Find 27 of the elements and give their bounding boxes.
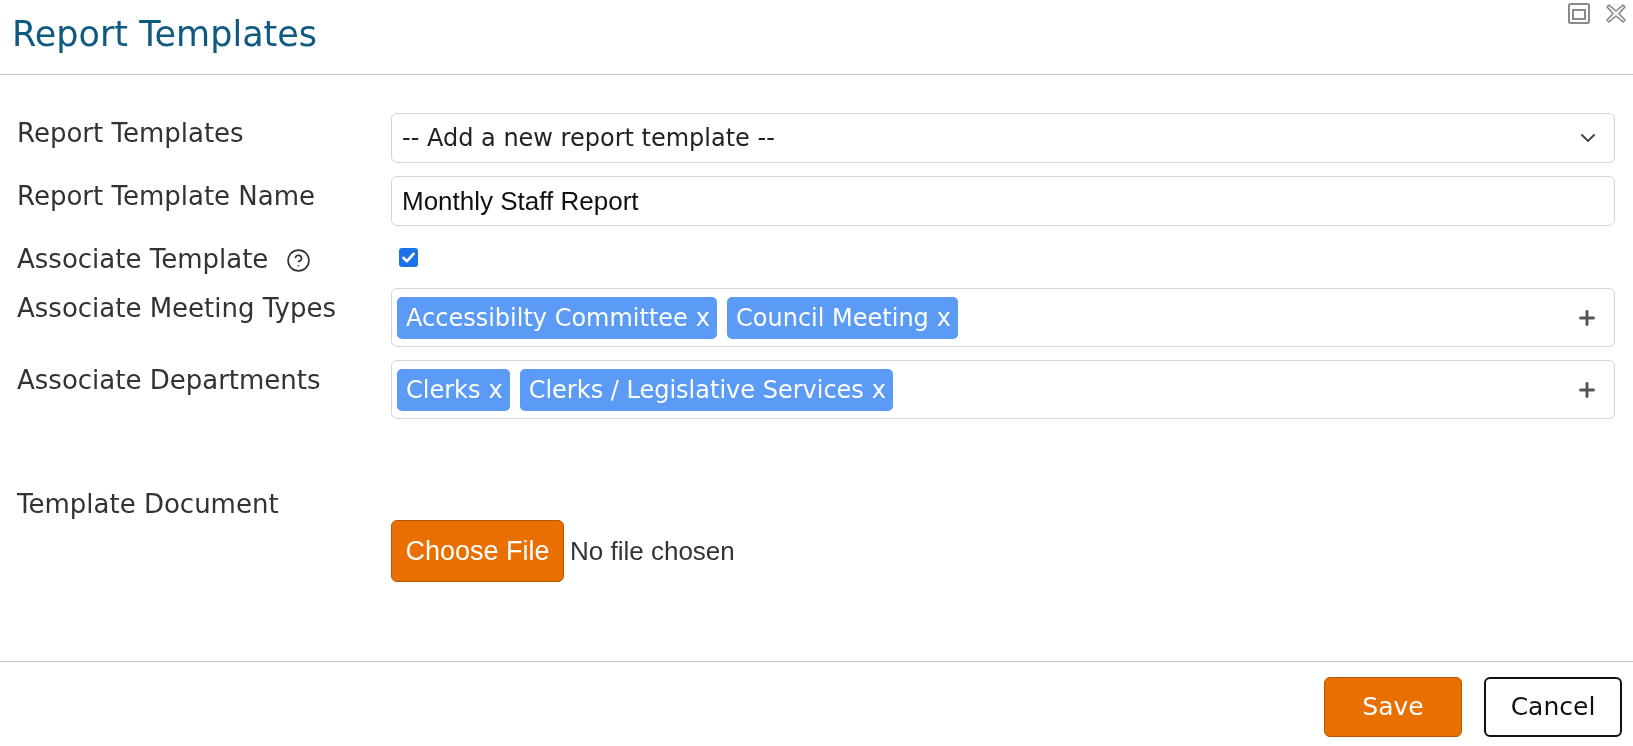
tag-input[interactable]: Clerks x Clerks / Legislative Services x: [391, 360, 1615, 419]
field-label: Associate Meeting Types: [17, 293, 337, 323]
save-button[interactable]: Save: [1324, 677, 1462, 737]
tag-remove-button[interactable]: x: [488, 377, 503, 402]
field-label: Template Document: [17, 489, 279, 519]
field-label: Report Template Name: [17, 181, 316, 211]
tag-label: Accessibilty Committee: [406, 302, 688, 334]
tag-remove-button[interactable]: x: [936, 305, 952, 330]
tag-label: Clerks / Legislative Services: [528, 374, 864, 406]
tag-input[interactable]: Accessibilty Committee x Council Meeting x: [391, 288, 1615, 347]
template-select[interactable]: -- Add a new report template --: [391, 113, 1615, 163]
tag-remove-button[interactable]: x: [695, 305, 711, 330]
dialog-title: Report Templates: [11, 13, 318, 56]
cancel-button[interactable]: Cancel: [1484, 677, 1622, 737]
field-label: Associate Template: [17, 244, 269, 274]
help-icon[interactable]: [286, 248, 312, 273]
tag-label: Clerks: [406, 374, 481, 406]
field-label: Associate Departments: [17, 365, 321, 395]
checkbox[interactable]: [399, 247, 418, 267]
tag-label: Council Meeting: [736, 302, 929, 334]
tag-remove-button[interactable]: x: [871, 377, 887, 402]
close-icon[interactable]: [1606, 4, 1626, 23]
field-label: Report Templates: [17, 118, 244, 148]
restore-window-icon[interactable]: [1568, 3, 1590, 24]
name-input[interactable]: Monthly Staff Report: [391, 176, 1615, 226]
file-status-text: No file chosen: [570, 534, 735, 568]
choose-file-button[interactable]: Choose File: [391, 520, 564, 582]
